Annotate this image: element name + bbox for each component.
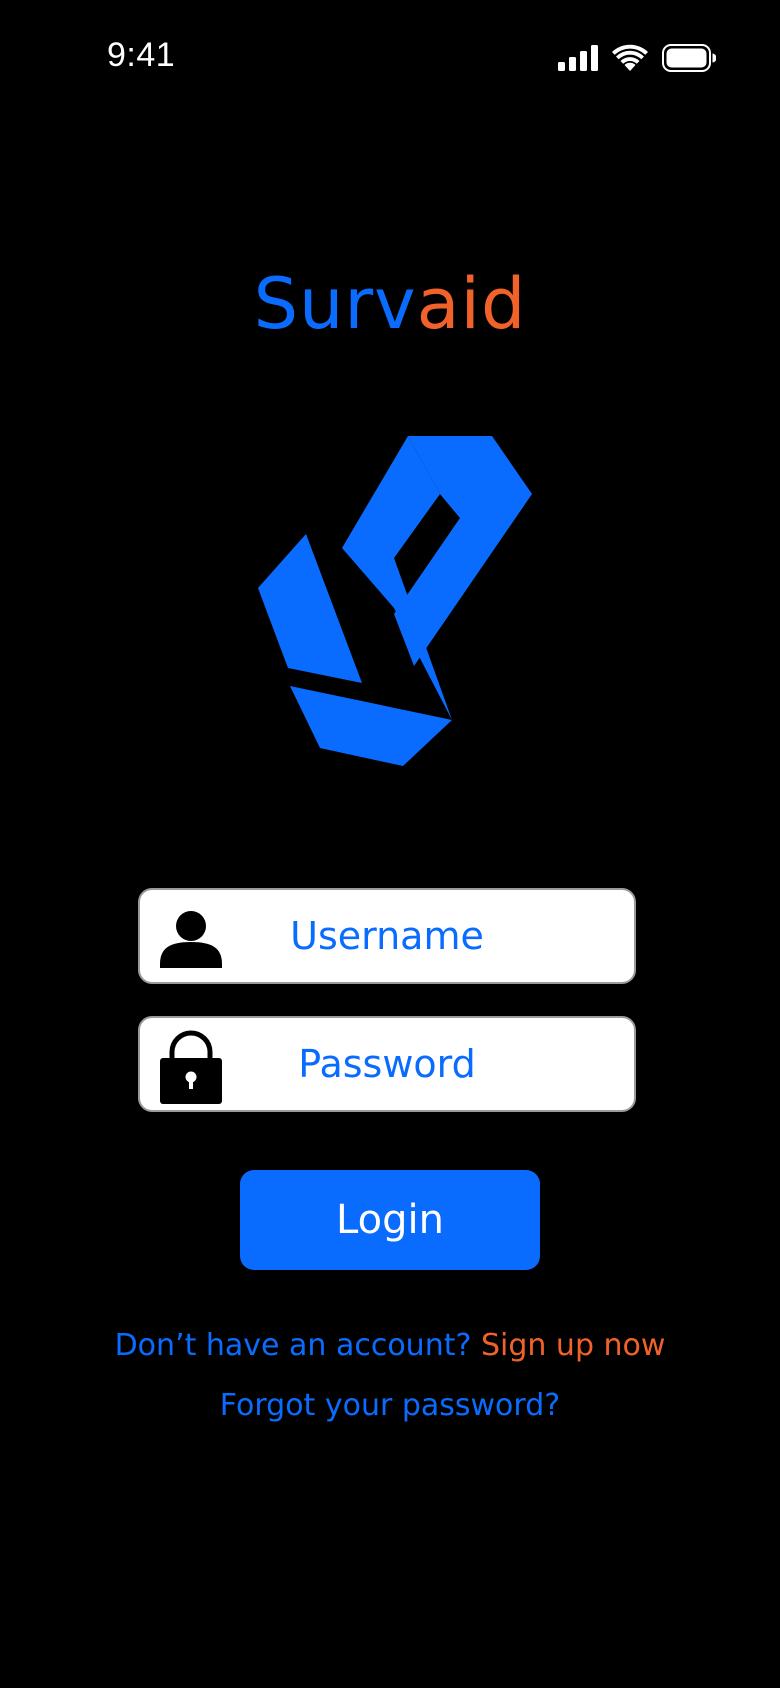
wifi-icon [612, 44, 648, 71]
login-button[interactable]: Login [240, 1170, 540, 1270]
username-field[interactable]: Username [138, 888, 636, 984]
app-brand-title: Survaid [0, 260, 780, 348]
password-field[interactable]: Password [138, 1016, 636, 1112]
username-input[interactable]: Username [140, 890, 634, 982]
signup-prompt-text: Don’t have an account? [114, 1328, 472, 1363]
signup-link[interactable]: Sign up now [481, 1328, 665, 1363]
signup-prompt-line: Don’t have an account? Sign up now [0, 1324, 780, 1368]
forgot-password-link[interactable]: Forgot your password? [0, 1384, 780, 1428]
status-time: 9:41 [107, 36, 176, 74]
status-icons [558, 40, 716, 76]
battery-icon [662, 44, 716, 72]
survaid-logo-icon [258, 436, 532, 766]
status-bar: 9:41 [0, 0, 780, 120]
password-input[interactable]: Password [140, 1018, 634, 1110]
brand-title-part-a: Surv [253, 263, 417, 345]
brand-title-part-b: aid [416, 263, 527, 345]
cellular-signal-icon [558, 45, 598, 71]
